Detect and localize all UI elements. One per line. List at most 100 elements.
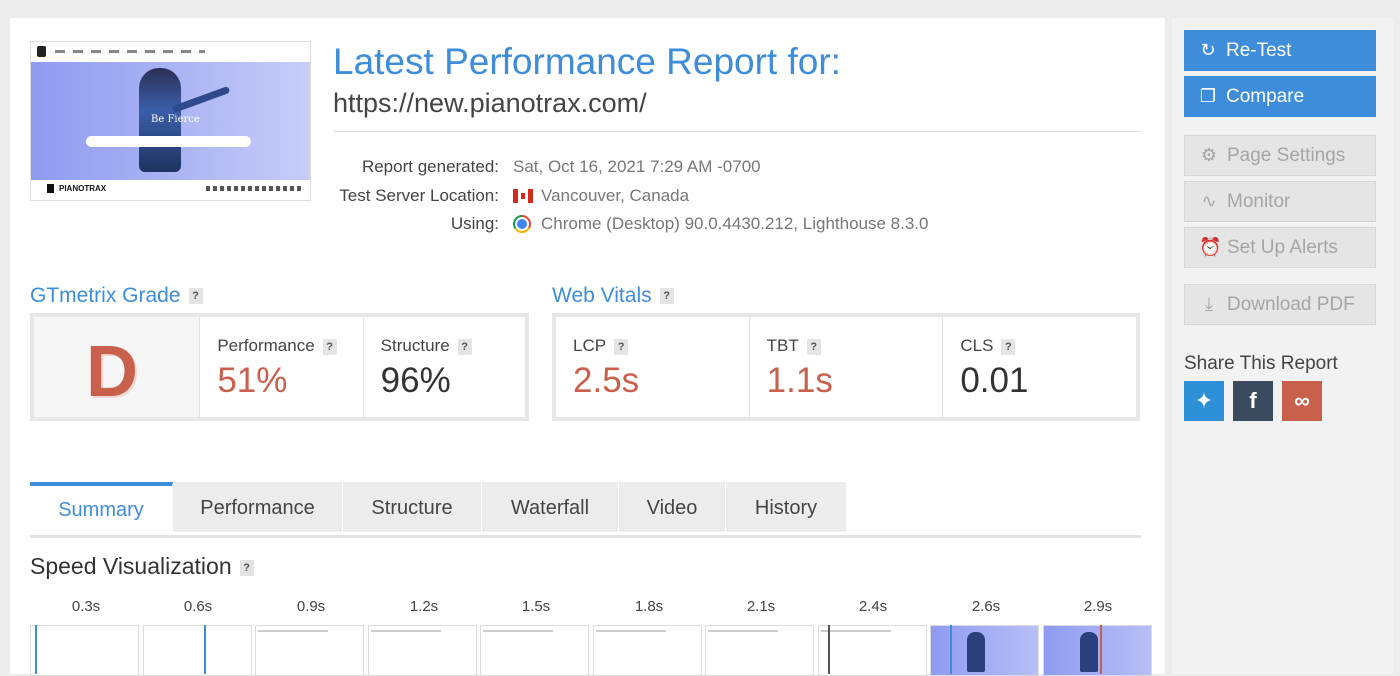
filmstrip-frame[interactable]: [255, 625, 364, 676]
filmstrip-frame[interactable]: [30, 625, 139, 676]
tab-waterfall[interactable]: Waterfall: [482, 482, 619, 532]
ttfb-marker: [204, 625, 206, 674]
filmstrip-frame[interactable]: [1043, 625, 1152, 676]
timeline-tick: 1.2s: [409, 598, 439, 615]
refresh-icon: ↻: [1200, 40, 1216, 60]
using-label: Using:: [450, 214, 499, 233]
facebook-share-icon[interactable]: f: [1233, 381, 1273, 421]
filmstrip-frame[interactable]: [143, 625, 252, 676]
web-vitals-panel: LCP? 2.5s TBT? 1.1s CLS? 0.01: [552, 313, 1140, 421]
share-title: Share This Report: [1184, 353, 1338, 374]
speed-help-icon[interactable]: ?: [239, 559, 254, 576]
compare-icon: ❐: [1199, 86, 1217, 106]
report-main: Be Fierce PIANOTRAX Latest Performance R…: [10, 18, 1165, 676]
performance-label-text: Performance: [217, 336, 315, 355]
tab-summary[interactable]: Summary: [30, 482, 173, 532]
page-settings-label: Page Settings: [1227, 144, 1346, 166]
timeline-tick: 0.6s: [183, 598, 213, 615]
frame-content: [967, 632, 985, 672]
frame-content: [596, 630, 666, 632]
performance-label: Performance?: [217, 336, 337, 356]
cls-label: CLS?: [960, 336, 1016, 356]
tbt-label-text: TBT: [766, 336, 799, 355]
cls-help-icon[interactable]: ?: [1001, 338, 1016, 355]
gear-icon: ⚙: [1200, 145, 1218, 165]
twitter-share-icon[interactable]: ✦: [1184, 381, 1224, 421]
set-up-alerts-label: Set Up Alerts: [1227, 236, 1338, 258]
first-paint-marker: [35, 625, 37, 674]
filmstrip-frame[interactable]: [593, 625, 702, 676]
grade-letter: D: [86, 332, 138, 412]
thumbnail-footer-items: [206, 186, 301, 191]
tab-performance[interactable]: Performance: [173, 482, 343, 532]
alarm-clock-icon: ⏰: [1199, 237, 1222, 257]
divider: [333, 131, 1141, 132]
compare-button[interactable]: ❐ Compare: [1184, 76, 1376, 117]
tab-history[interactable]: History: [726, 482, 847, 532]
cls-value: 0.01: [960, 361, 1029, 400]
cls-cell: CLS? 0.01: [943, 317, 1136, 417]
filmstrip-frame[interactable]: [368, 625, 477, 676]
cls-label-text: CLS: [960, 336, 994, 355]
filmstrip-frame[interactable]: [930, 625, 1039, 676]
structure-value: 96%: [380, 361, 451, 400]
lcp-label: LCP?: [573, 336, 629, 356]
filmstrip: [30, 625, 1152, 676]
performance-value: 51%: [217, 361, 288, 400]
thumbnail-nav-links: [55, 50, 205, 53]
report-title: Latest Performance Report for:: [333, 41, 841, 82]
vitals-help-icon[interactable]: ?: [659, 288, 674, 305]
download-pdf-label: Download PDF: [1227, 293, 1355, 315]
page-screenshot-thumbnail[interactable]: Be Fierce PIANOTRAX: [30, 41, 311, 201]
frame-content: [821, 630, 891, 632]
set-up-alerts-button[interactable]: ⏰ Set Up Alerts: [1184, 227, 1376, 268]
thumbnail-brand-icon: [47, 184, 54, 193]
frame-content: [258, 630, 328, 632]
lcp-value: 2.5s: [573, 361, 640, 400]
retest-button[interactable]: ↻ Re-Test: [1184, 30, 1376, 71]
thumbnail-search-bar: [86, 136, 251, 147]
tab-structure[interactable]: Structure: [343, 482, 482, 532]
server-location-text: Vancouver, Canada: [541, 186, 690, 205]
page-settings-button[interactable]: ⚙ Page Settings: [1184, 135, 1376, 176]
frame-content: [708, 630, 778, 632]
pdf-icon: ⤓: [1205, 294, 1213, 314]
report-generated-label: Report generated:: [361, 157, 499, 176]
pulse-icon: ∿: [1201, 191, 1217, 211]
thumbnail-logo-icon: [37, 46, 46, 57]
filmstrip-frame[interactable]: [480, 625, 589, 676]
filmstrip-frame[interactable]: [705, 625, 814, 676]
timeline-tick: 2.1s: [746, 598, 776, 615]
download-pdf-button[interactable]: ⤓ Download PDF: [1184, 284, 1376, 325]
structure-help-icon[interactable]: ?: [457, 338, 472, 355]
compare-label: Compare: [1226, 85, 1305, 107]
lcp-marker: [950, 625, 952, 674]
canada-flag-icon: [513, 189, 533, 203]
lcp-help-icon[interactable]: ?: [614, 338, 629, 355]
structure-label-text: Structure: [380, 336, 450, 355]
frame-content: [1080, 632, 1098, 672]
frame-content: [483, 630, 553, 632]
lcp-cell: LCP? 2.5s: [556, 317, 750, 417]
frame-content: [371, 630, 441, 632]
using-value: Chrome (Desktop) 90.0.4430.212, Lighthou…: [513, 214, 928, 234]
monitor-button[interactable]: ∿ Monitor: [1184, 181, 1376, 222]
tab-video[interactable]: Video: [619, 482, 726, 532]
grade-help-icon[interactable]: ?: [188, 288, 203, 305]
retest-label: Re-Test: [1226, 39, 1292, 61]
tbt-help-icon[interactable]: ?: [806, 338, 821, 355]
server-location-label: Test Server Location:: [339, 186, 499, 205]
filmstrip-frame[interactable]: [818, 625, 927, 676]
link-share-icon[interactable]: ∞: [1282, 381, 1322, 421]
report-url: https://new.pianotrax.com/: [333, 88, 647, 118]
thumbnail-navbar: [31, 42, 310, 62]
timeline-tick: 0.9s: [296, 598, 326, 615]
timeline-tick: 2.4s: [858, 598, 888, 615]
timeline-tick: 2.9s: [1083, 598, 1113, 615]
structure-label: Structure?: [381, 336, 472, 356]
timeline-tick: 0.3s: [71, 598, 101, 615]
performance-help-icon[interactable]: ?: [322, 338, 337, 355]
chrome-icon: [513, 215, 531, 233]
using-text: Chrome (Desktop) 90.0.4430.212, Lighthou…: [541, 214, 929, 233]
report-generated-value: Sat, Oct 16, 2021 7:29 AM -0700: [513, 157, 761, 177]
